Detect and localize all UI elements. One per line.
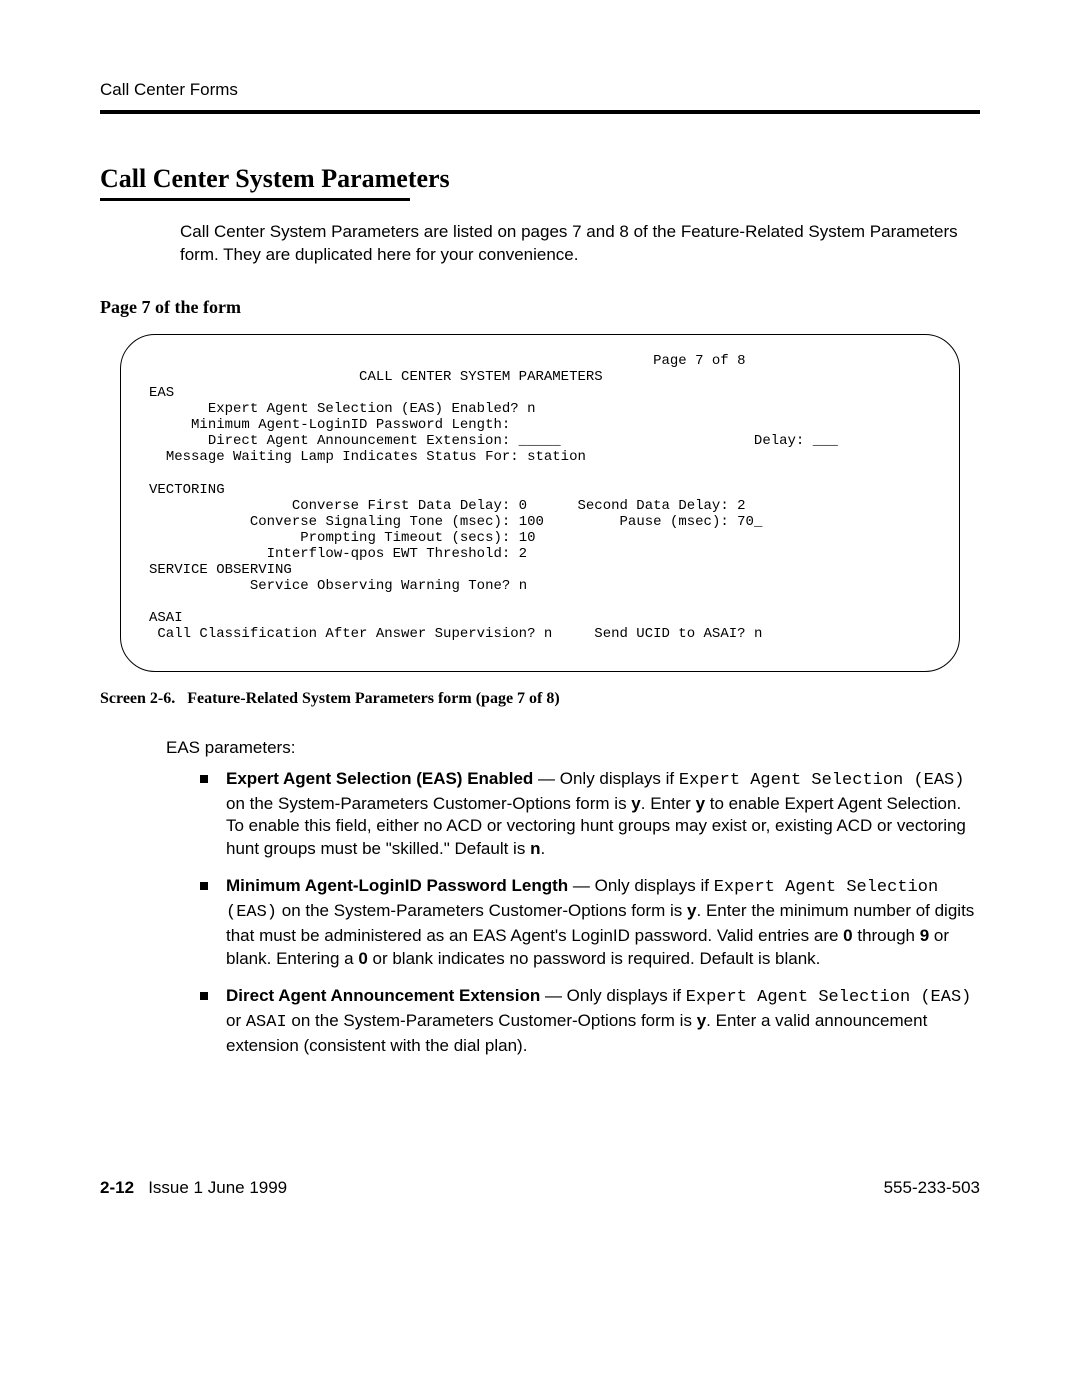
screen-caption: Screen 2-6. Feature-Related System Param…	[100, 690, 980, 708]
min-pw-label: Minimum Agent-LoginID Password Length:	[191, 417, 510, 433]
caption-text: Feature-Related System Parameters form (…	[187, 690, 559, 707]
mwl-value: station	[527, 449, 586, 465]
terminal-screen-box: Page 7 of 8 CALL CENTER SYSTEM PARAMETER…	[120, 334, 960, 672]
daae-value: _____	[519, 433, 561, 449]
section-intro: Call Center System Parameters are listed…	[180, 221, 980, 267]
text: . Enter	[641, 794, 696, 813]
mono-text: Expert Agent Selection (EAS)	[679, 771, 965, 790]
list-item: Expert Agent Selection (EAS) Enabled — O…	[200, 768, 980, 862]
delay-value: ___	[813, 433, 838, 449]
daae-label: Direct Agent Announcement Extension:	[208, 433, 510, 449]
sowt-value: n	[519, 578, 527, 594]
text: on the System-Parameters Customer-Option…	[277, 901, 687, 920]
iqewt-label: Interflow-qpos EWT Threshold:	[267, 546, 511, 562]
header-rule	[100, 110, 980, 114]
prompt-label: Prompting Timeout (secs):	[300, 530, 510, 546]
cst-value: 100	[519, 514, 544, 530]
footer-left: 2-12 Issue 1 June 1999	[100, 1178, 287, 1198]
text: through	[853, 926, 920, 945]
text: or blank indicates no password is requir…	[368, 949, 821, 968]
vectoring-header: VECTORING	[149, 482, 225, 498]
eas-parameters-label: EAS parameters:	[166, 738, 980, 758]
eas-header: EAS	[149, 385, 174, 401]
footer-right: 555-233-503	[884, 1178, 980, 1198]
ccaas-value: n	[544, 626, 552, 642]
cfdd-label: Converse First Data Delay:	[292, 498, 510, 514]
text: on the System-Parameters Customer-Option…	[226, 794, 631, 813]
ccaas-label: Call Classification After Answer Supervi…	[157, 626, 535, 642]
bold-value: n	[530, 839, 540, 858]
mwl-label: Message Waiting Lamp Indicates Status Fo…	[166, 449, 519, 465]
bullet3-title: Direct Agent Announcement Extension	[226, 986, 540, 1005]
mono-text: Expert Agent Selection (EAS)	[686, 988, 972, 1007]
mono-text: ASAI	[246, 1013, 287, 1032]
text: on the System-Parameters Customer-Option…	[287, 1011, 697, 1030]
bold-value: 0	[358, 949, 367, 968]
text: .	[540, 839, 545, 858]
screen-title: CALL CENTER SYSTEM PARAMETERS	[149, 369, 603, 385]
text: or	[226, 1011, 246, 1030]
issue-text: Issue 1 June 1999	[148, 1178, 287, 1197]
bold-value: y	[631, 794, 640, 813]
bold-value: y	[697, 1011, 706, 1030]
text: — Only displays if	[533, 769, 679, 788]
bullet2-title: Minimum Agent-LoginID Password Length	[226, 876, 568, 895]
screen-page-indicator: Page 7 of 8	[149, 353, 746, 369]
subheading-page7: Page 7 of the form	[100, 297, 980, 318]
sdd-label: Second Data Delay:	[578, 498, 729, 514]
delay-label: Delay:	[754, 433, 804, 449]
document-page: Call Center Forms Call Center System Par…	[0, 0, 1080, 1258]
cst-label: Converse Signaling Tone (msec):	[250, 514, 510, 530]
eas-enabled-label: Expert Agent Selection (EAS) Enabled?	[208, 401, 519, 417]
service-observing-header: SERVICE OBSERVING	[149, 562, 292, 578]
section-rule	[100, 198, 410, 201]
section-title: Call Center System Parameters	[100, 164, 980, 194]
cfdd-value: 0	[519, 498, 527, 514]
bullet-list: Expert Agent Selection (EAS) Enabled — O…	[200, 768, 980, 1058]
list-item: Minimum Agent-LoginID Password Length — …	[200, 875, 980, 971]
iqewt-value: 2	[519, 546, 527, 562]
sucid-label: Send UCID to ASAI?	[594, 626, 745, 642]
pause-label: Pause (msec):	[620, 514, 729, 530]
bold-value: 9	[920, 926, 929, 945]
page-number: 2-12	[100, 1178, 134, 1197]
sucid-value: n	[754, 626, 762, 642]
eas-enabled-value: n	[527, 401, 535, 417]
bold-value: y	[696, 794, 705, 813]
text: — Only displays if	[568, 876, 714, 895]
page-footer: 2-12 Issue 1 June 1999 555-233-503	[100, 1178, 980, 1198]
bullet1-title: Expert Agent Selection (EAS) Enabled	[226, 769, 533, 788]
asai-header: ASAI	[149, 610, 183, 626]
sowt-label: Service Observing Warning Tone?	[250, 578, 510, 594]
running-header: Call Center Forms	[100, 80, 980, 100]
sdd-value: 2	[737, 498, 745, 514]
prompt-value: 10	[519, 530, 536, 546]
caption-prefix: Screen 2-6.	[100, 690, 175, 707]
bold-value: y	[687, 901, 696, 920]
text: — Only displays if	[540, 986, 686, 1005]
bold-value: 0	[843, 926, 852, 945]
list-item: Direct Agent Announcement Extension — On…	[200, 985, 980, 1058]
pause-value: 70_	[737, 514, 762, 530]
